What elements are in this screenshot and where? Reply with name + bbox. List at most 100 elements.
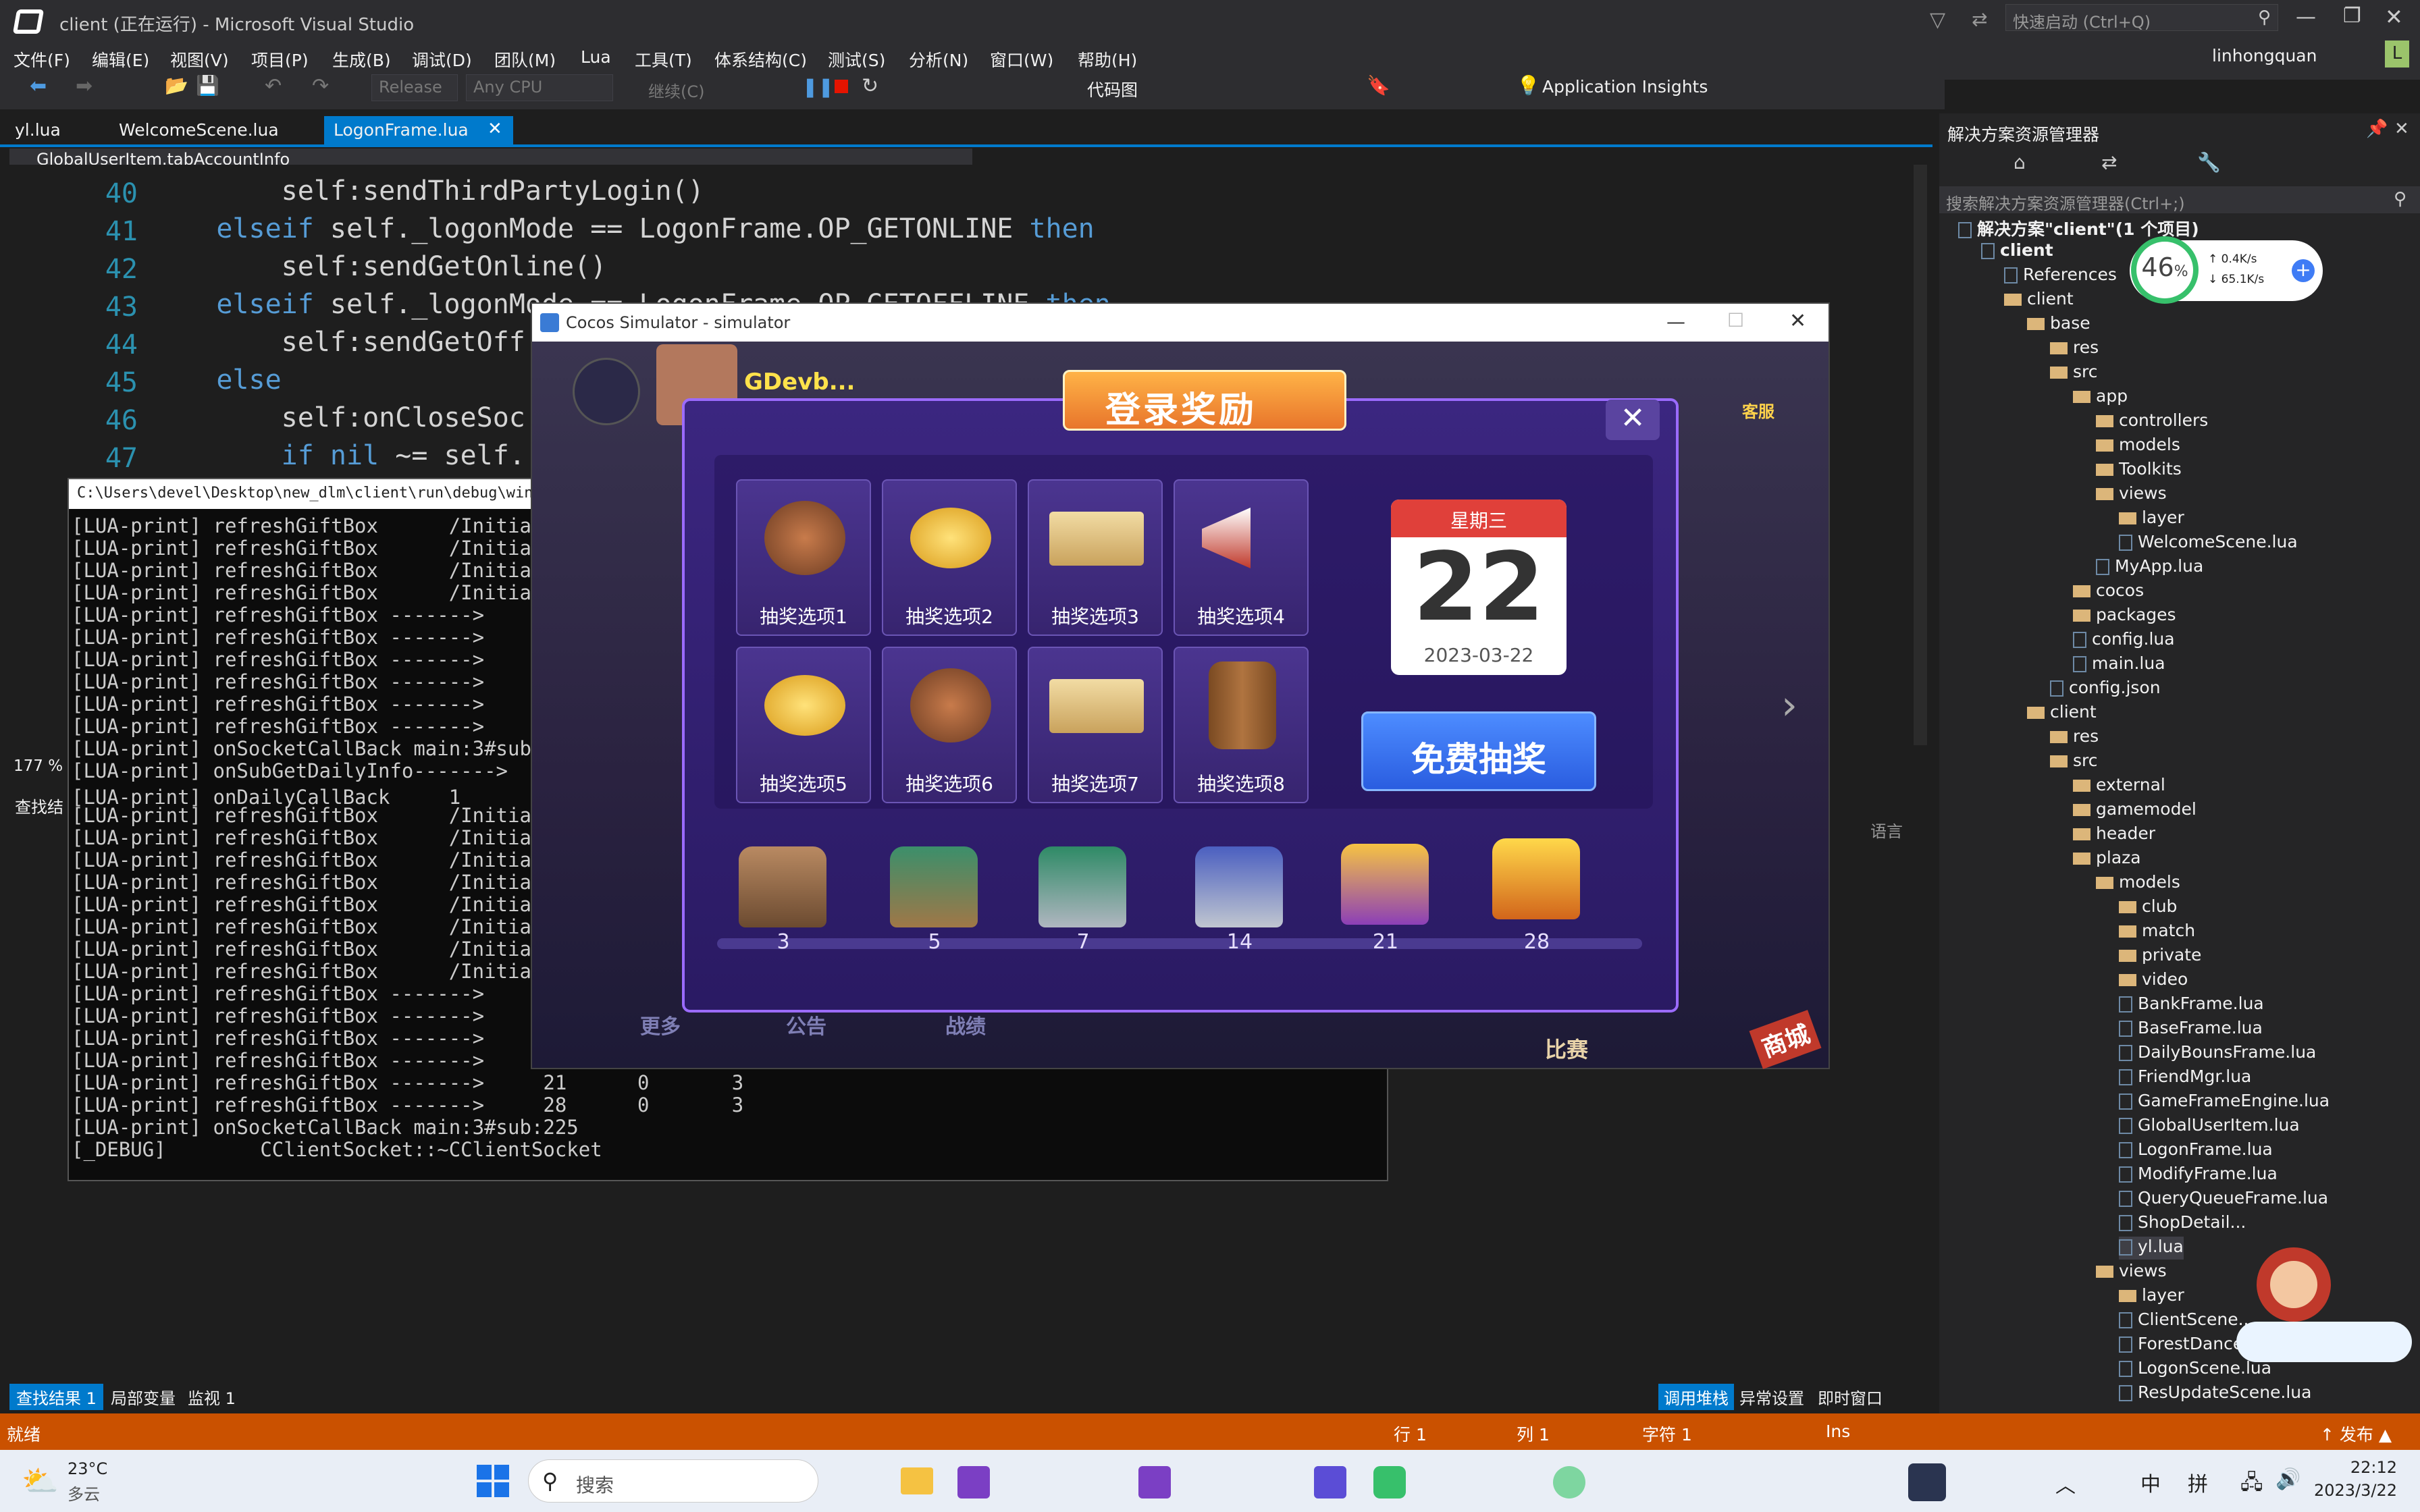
tree-item[interactable]: config.json — [2050, 678, 2161, 701]
tree-item[interactable]: BaseFrame.lua — [2119, 1018, 2263, 1041]
save-icon[interactable]: 💾 — [196, 74, 219, 97]
code-line[interactable]: self:sendGetOnline() — [151, 251, 607, 289]
maximize-button[interactable]: ❐ — [2343, 4, 2361, 28]
tree-item[interactable]: header — [2073, 824, 2155, 846]
tree-item[interactable]: src — [2050, 751, 2098, 774]
match-button[interactable]: 比赛 — [1545, 1033, 1588, 1064]
visual-studio-icon[interactable] — [1314, 1466, 1346, 1498]
back-icon[interactable]: ⬅ — [30, 74, 47, 98]
more-button[interactable]: 更多 — [640, 1010, 681, 1040]
stop-icon[interactable] — [835, 80, 848, 93]
tree-item[interactable]: controllers — [2096, 410, 2208, 433]
forward-icon[interactable]: ➡ — [76, 74, 93, 98]
notice-button[interactable]: 公告 — [786, 1010, 826, 1040]
ime-pinyin[interactable]: 拼 — [2188, 1467, 2208, 1497]
reward-tile[interactable]: 抽奖选项6 — [882, 647, 1017, 803]
filter-icon[interactable]: ▽ — [1930, 8, 1945, 32]
chest-icon[interactable] — [739, 846, 826, 927]
visual-studio-icon[interactable] — [957, 1466, 990, 1498]
code-line[interactable]: self:sendThirdPartyLogin() — [151, 176, 704, 213]
tab-call-stack[interactable]: 调用堆栈 — [1658, 1384, 1734, 1410]
tree-item[interactable]: club — [2119, 896, 2177, 919]
visual-studio-icon[interactable] — [1138, 1466, 1171, 1498]
pause-icon[interactable]: ❚❚ — [802, 76, 834, 98]
tray-chevron-icon[interactable]: ︿ — [2055, 1469, 2076, 1498]
tree-item[interactable]: external — [2073, 775, 2165, 798]
home-icon[interactable]: ⌂ — [2014, 151, 2026, 173]
cocos-app-icon[interactable] — [1908, 1463, 1946, 1501]
exit-icon[interactable] — [573, 358, 640, 425]
tab-yl-lua[interactable]: yl.lua — [5, 116, 70, 144]
undo-icon[interactable]: ↶ — [265, 74, 282, 98]
tree-item[interactable]: client — [1981, 240, 2053, 263]
code-line[interactable]: else — [151, 364, 281, 402]
tree-item[interactable]: ClientScene... — [2119, 1310, 2254, 1332]
bookmark-icon[interactable]: 🔖 — [1367, 74, 1390, 97]
tree-item[interactable]: packages — [2073, 605, 2176, 628]
redo-icon[interactable]: ↷ — [312, 74, 329, 98]
ime-chinese[interactable]: 中 — [2140, 1467, 2161, 1497]
taskbar-search[interactable]: ⚲ 搜索 — [528, 1459, 818, 1503]
tree-item[interactable]: GlobalUserItem.lua — [2119, 1115, 2300, 1138]
sim-close-button[interactable]: ✕ — [1789, 309, 1806, 333]
tree-item[interactable]: client — [2004, 289, 2074, 312]
tree-item[interactable]: References — [2004, 265, 2117, 288]
file-explorer-icon[interactable] — [901, 1467, 933, 1494]
tab-immediate[interactable]: 即时窗口 — [1818, 1385, 1883, 1409]
rank-button[interactable]: 战绩 — [945, 1010, 986, 1040]
tree-item[interactable]: layer — [2119, 508, 2184, 531]
reward-tile[interactable]: 抽奖选项2 — [882, 479, 1017, 636]
code-line[interactable]: self:onCloseSoc — [151, 402, 525, 440]
tree-item[interactable]: 解决方案"client"(1 个项目) — [1958, 216, 2199, 239]
tree-item[interactable]: ModifyFrame.lua — [2119, 1164, 2278, 1187]
clock-date[interactable]: 2023/3/22 — [2309, 1481, 2397, 1500]
tree-item[interactable]: cocos — [2073, 580, 2144, 603]
tree-item[interactable]: Toolkits — [2096, 459, 2182, 482]
chest-icon[interactable] — [1341, 844, 1429, 925]
menu-lua[interactable]: Lua — [581, 47, 611, 67]
tab-watch[interactable]: 监视 1 — [188, 1385, 236, 1409]
tree-item[interactable]: views — [2096, 1261, 2167, 1284]
wechat-icon[interactable] — [1553, 1466, 1585, 1498]
zoom-level[interactable]: 177 % — [14, 757, 63, 775]
tree-item[interactable]: plaza — [2073, 848, 2141, 871]
tree-item[interactable]: models — [2096, 872, 2180, 895]
reward-tile[interactable]: 抽奖选项3 — [1028, 479, 1163, 636]
reward-tile[interactable]: 抽奖选项5 — [736, 647, 871, 803]
tree-item[interactable]: views — [2096, 483, 2167, 506]
properties-icon[interactable]: 🔧 — [2197, 151, 2221, 173]
weather-icon[interactable]: ⛅ — [22, 1463, 59, 1498]
insights-icon[interactable]: 💡 — [1517, 74, 1540, 97]
free-draw-button[interactable]: 免费抽奖 — [1361, 711, 1596, 791]
tree-item[interactable]: config.lua — [2073, 629, 2175, 652]
chest-icon[interactable] — [1038, 846, 1126, 927]
tree-item[interactable]: res — [2050, 338, 2099, 360]
tree-item[interactable]: FriendMgr.lua — [2119, 1066, 2251, 1089]
tree-item[interactable]: match — [2119, 921, 2195, 944]
sync-icon[interactable]: ⇄ — [2101, 151, 2117, 173]
tree-item[interactable]: layer — [2119, 1285, 2184, 1308]
volume-icon[interactable]: 🔊 — [2276, 1467, 2300, 1491]
net-monitor[interactable]: 46% ↑ 0.4K/s ↓ 65.1K/s + — [2130, 236, 2323, 304]
dialog-close-button[interactable]: ✕ — [1606, 400, 1660, 440]
tree-item[interactable]: gamemodel — [2073, 799, 2197, 822]
tab-find-results[interactable]: 查找结果 1 — [9, 1384, 103, 1410]
tree-item[interactable]: GameFrameEngine.lua — [2119, 1091, 2330, 1114]
tree-item[interactable]: WelcomeScene.lua — [2119, 532, 2298, 555]
continue-button[interactable]: 继续(C) — [648, 78, 704, 102]
find-panel-title[interactable]: 查找结 — [15, 794, 63, 817]
clock-time[interactable]: 22:12 — [2330, 1458, 2397, 1477]
config-dropdown[interactable]: Release — [371, 74, 458, 101]
tree-item[interactable]: MyApp.lua — [2096, 556, 2203, 579]
next-arrow-icon[interactable]: › — [1781, 682, 1797, 729]
user-name[interactable]: linhongquan — [2212, 46, 2317, 65]
codemap-button[interactable]: 代码图 — [1087, 77, 1138, 101]
tab-exception-settings[interactable]: 异常设置 — [1739, 1385, 1804, 1409]
sim-minimize-button[interactable]: — — [1666, 310, 1685, 333]
tree-item[interactable]: DailyBounsFrame.lua — [2119, 1042, 2316, 1065]
tree-item[interactable]: src — [2050, 362, 2098, 385]
solution-search[interactable]: 搜索解决方案资源管理器(Ctrl+;) ⚲ — [1939, 186, 2420, 213]
start-icon[interactable] — [477, 1465, 509, 1497]
tree-item[interactable]: main.lua — [2073, 653, 2165, 676]
reward-tile[interactable]: 抽奖选项7 — [1028, 647, 1163, 803]
